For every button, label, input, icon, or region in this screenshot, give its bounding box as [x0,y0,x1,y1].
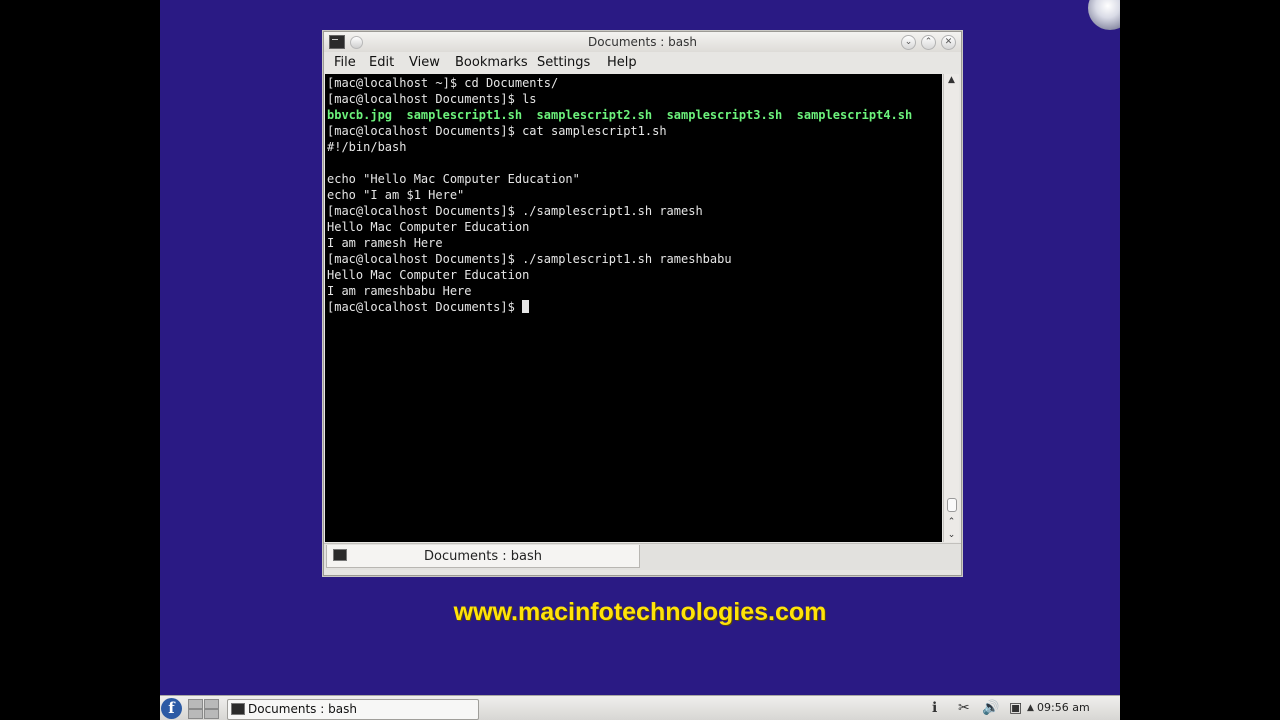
maximize-button[interactable]: ⌃ [921,35,936,50]
ls-file-entry: bbvcb.jpg [327,108,393,122]
arrow-up-icon[interactable]: ▲ [1027,699,1034,717]
ls-output-line: bbvcb.jpg samplescript1.sh samplescript2… [327,108,912,122]
terminal-scrollbar[interactable]: ▲ ⌃ ⌄ [943,74,959,542]
fedora-launcher-icon[interactable]: f [161,698,182,719]
konsole-window: Documents : bash ⌄ ⌃ ✕ File Edit View Bo… [323,31,962,576]
terminal-area[interactable]: [mac@localhost ~]$ cd Documents/ [mac@lo… [325,74,942,542]
terminal-line: Hello Mac Computer Education [327,220,530,234]
terminal-prompt-line: [mac@localhost Documents]$ [327,300,530,314]
scroll-up-small-icon[interactable]: ⌃ [944,516,959,528]
terminal-line: [mac@localhost Documents]$ ls [327,92,537,106]
terminal-task-icon [231,703,245,715]
window-title: Documents : bash [588,35,697,49]
terminal-line: [mac@localhost Documents]$ cat samplescr… [327,124,667,138]
tab-bar: Documents : bash [324,543,961,570]
ls-file-entry: samplescript2.sh [536,108,653,122]
volume-icon[interactable]: 🔊 [982,699,999,717]
watermark-url: www.macinfotechnologies.com [453,598,827,626]
ls-file-entry: samplescript4.sh [796,108,913,122]
menu-bar: File Edit View Bookmarks Settings Help [324,53,961,73]
scissors-icon[interactable]: ✂ [958,699,970,717]
scroll-down-arrow-icon[interactable]: ⌄ [944,529,959,541]
tab-label: Documents : bash [424,549,542,564]
menu-edit[interactable]: Edit [369,55,394,70]
pager-desktop-3[interactable] [188,709,203,719]
taskbar-panel: f Documents : bash ℹ ✂ 🔊 ▣ ▲ 09:56 am [160,695,1120,720]
close-button[interactable]: ✕ [941,35,956,50]
terminal-line: echo "Hello Mac Computer Education" [327,172,580,186]
scrollbar-thumb[interactable] [947,498,957,512]
terminal-line: Hello Mac Computer Education [327,268,530,282]
network-icon[interactable]: ▣ [1009,699,1022,717]
tab-documents-bash[interactable]: Documents : bash [326,545,640,568]
minimize-button[interactable]: ⌄ [901,35,916,50]
terminal-line: [mac@localhost Documents]$ ./samplescrip… [327,204,703,218]
terminal-cursor [522,300,530,313]
terminal-line: [mac@localhost ~]$ cd Documents/ [327,76,559,90]
pager-desktop-2[interactable] [204,699,219,709]
menu-file[interactable]: File [334,55,356,70]
clock[interactable]: 09:56 am [1037,701,1090,714]
pager-desktop-1[interactable] [188,699,203,709]
menu-settings[interactable]: Settings [537,55,590,70]
desktop-pager[interactable] [188,699,219,719]
terminal-line: [mac@localhost Documents]$ ./samplescrip… [327,252,732,266]
terminal-line: #!/bin/bash [327,140,407,154]
terminal-output: [mac@localhost ~]$ cd Documents/ [mac@lo… [325,74,942,315]
menu-view[interactable]: View [409,55,440,70]
terminal-line: I am ramesh Here [327,236,443,250]
info-icon[interactable]: ℹ [932,699,937,717]
scroll-up-arrow-icon[interactable]: ▲ [944,74,959,86]
menu-bookmarks[interactable]: Bookmarks [455,55,528,70]
ls-file-entry: samplescript1.sh [406,108,523,122]
terminal-line: echo "I am $1 Here" [327,188,465,202]
ls-file-entry: samplescript3.sh [666,108,783,122]
title-bar[interactable]: Documents : bash ⌄ ⌃ ✕ [324,32,961,52]
menu-help[interactable]: Help [607,55,637,70]
task-label: Documents : bash [248,702,357,716]
taskbar-item-documents-bash[interactable]: Documents : bash [227,699,479,720]
terminal-line: I am rameshbabu Here [327,284,472,298]
desktop: Documents : bash ⌄ ⌃ ✕ File Edit View Bo… [160,0,1120,720]
desktop-orb-icon [1088,0,1120,30]
pager-desktop-4[interactable] [204,709,219,719]
